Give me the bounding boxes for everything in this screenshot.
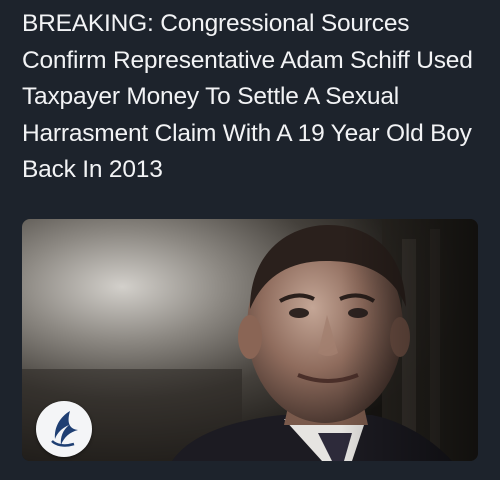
publisher-logo bbox=[36, 401, 92, 457]
stylized-wing-logo-icon bbox=[51, 411, 78, 447]
post-headline: BREAKING: Congressional Sources Confirm … bbox=[22, 10, 473, 183]
news-post: BREAKING: Congressional Sources Confirm … bbox=[0, 0, 500, 480]
post-photo[interactable] bbox=[22, 219, 478, 461]
